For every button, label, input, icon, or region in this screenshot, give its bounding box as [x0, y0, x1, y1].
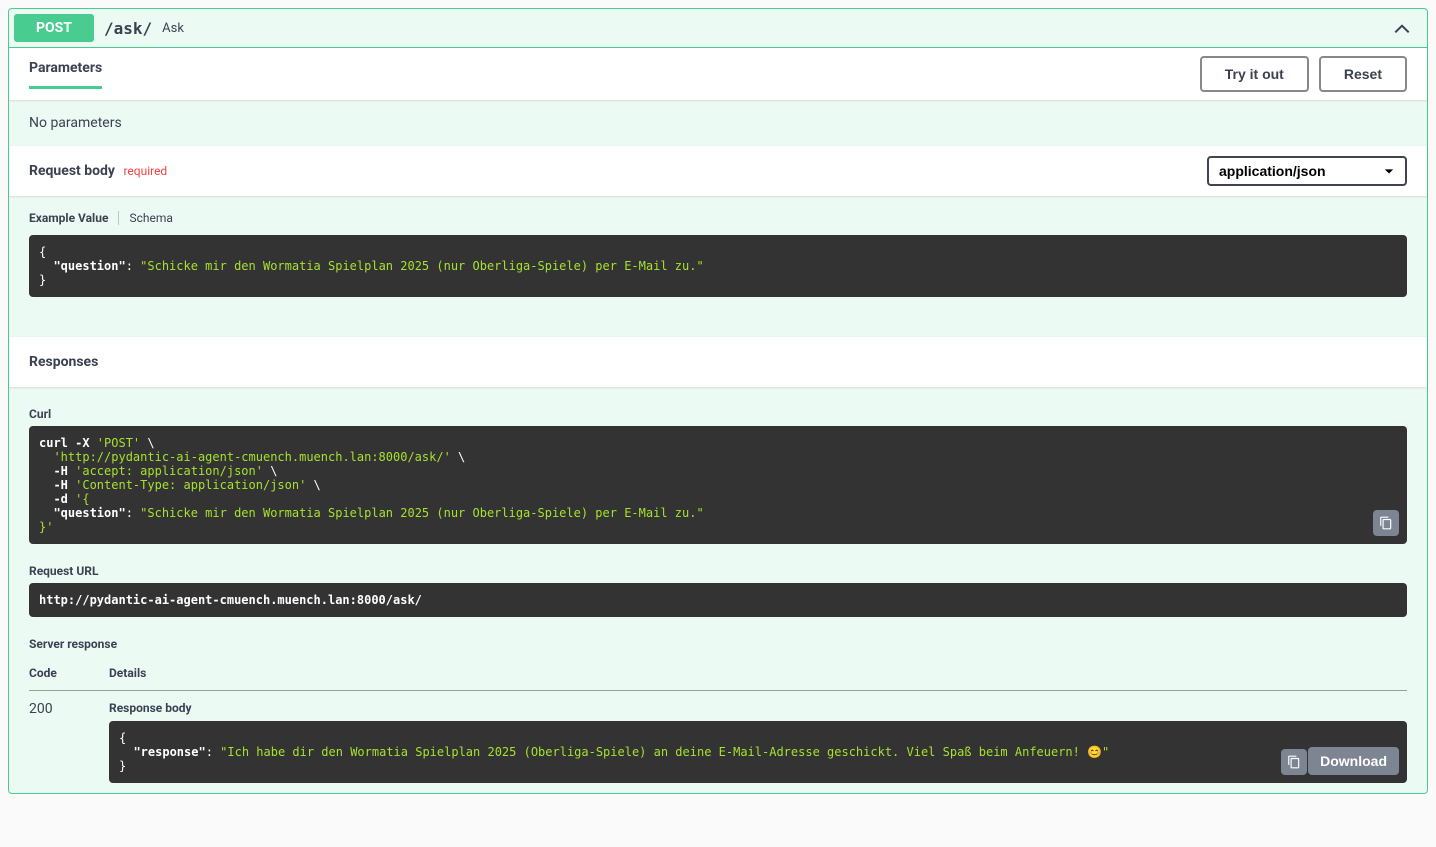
col-header-details: Details: [109, 656, 1407, 691]
reset-button[interactable]: Reset: [1319, 56, 1407, 92]
responses-header: Responses: [9, 337, 1427, 387]
tab-schema[interactable]: Schema: [118, 211, 182, 225]
curl-section: Curl curl -X 'POST' \ 'http://pydantic-a…: [9, 387, 1427, 544]
tab-parameters[interactable]: Parameters: [29, 60, 102, 89]
response-row: 200 Response body { "response": "Ich hab…: [29, 691, 1407, 794]
request-body-example: { "question": "Schicke mir den Wormatia …: [29, 235, 1407, 297]
request-body-header: Request body required application/json: [9, 146, 1427, 196]
try-it-out-button[interactable]: Try it out: [1200, 56, 1309, 92]
required-label: required: [118, 164, 167, 178]
response-body-code: { "response": "Ich habe dir den Wormatia…: [109, 721, 1407, 783]
curl-code: curl -X 'POST' \ 'http://pydantic-ai-age…: [29, 426, 1407, 544]
parameters-header: Parameters Try it out Reset: [9, 48, 1427, 100]
clipboard-icon: [1379, 515, 1393, 531]
response-code: 200: [29, 691, 109, 794]
copy-response-button[interactable]: [1281, 749, 1307, 775]
curl-title: Curl: [29, 407, 1407, 421]
content-type-select[interactable]: application/json: [1207, 156, 1407, 186]
response-table: Code Details 200 Response body { "respon…: [29, 656, 1407, 793]
copy-curl-button[interactable]: [1373, 510, 1399, 536]
endpoint-path: /ask/: [94, 19, 162, 38]
col-header-code: Code: [29, 656, 109, 691]
endpoint-summary: Ask: [162, 21, 184, 36]
response-body-label: Response body: [109, 701, 1407, 715]
chevron-up-icon[interactable]: [1392, 18, 1412, 38]
parameters-container: No parameters: [9, 100, 1427, 146]
responses-title: Responses: [29, 354, 1407, 370]
request-body-title: Request body: [29, 163, 115, 179]
request-url-title: Request URL: [29, 564, 1407, 578]
operation-body: Parameters Try it out Reset No parameter…: [9, 48, 1427, 793]
request-url-section: Request URL http://pydantic-ai-agent-cmu…: [9, 544, 1427, 617]
request-url-value: http://pydantic-ai-agent-cmuench.muench.…: [29, 583, 1407, 617]
server-response-title: Server response: [29, 637, 1407, 651]
operation-block: POST /ask/ Ask Parameters Try it out Res…: [8, 8, 1428, 794]
request-body-section: Example Value Schema { "question": "Schi…: [9, 196, 1427, 337]
no-parameters-text: No parameters: [29, 115, 1407, 131]
http-method-badge: POST: [14, 14, 94, 42]
clipboard-icon: [1287, 754, 1301, 770]
operation-summary[interactable]: POST /ask/ Ask: [9, 9, 1427, 48]
server-response-section: Server response Code Details 200 Respons…: [9, 617, 1427, 793]
download-button[interactable]: Download: [1308, 747, 1399, 775]
tab-example-value[interactable]: Example Value: [29, 211, 118, 225]
body-tabs: Example Value Schema: [29, 211, 1407, 225]
